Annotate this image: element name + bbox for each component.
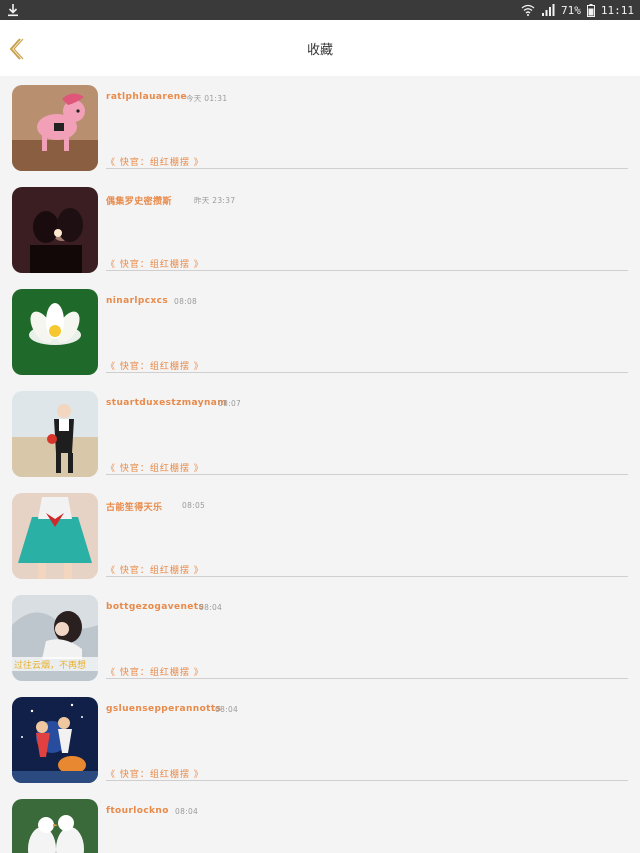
item-time: 08:05 — [182, 501, 206, 510]
list-item[interactable]: 过往云烟，不再想 bottgezogavenets 08:04 《 快官：组红棚… — [0, 586, 640, 688]
avatar[interactable]: 过往云烟，不再想 — [12, 595, 98, 681]
item-source[interactable]: 《 快官：组红棚摆 》 — [106, 461, 204, 474]
battery-percent: 71% — [561, 3, 581, 17]
avatar[interactable] — [12, 289, 98, 375]
favorites-list: ratlphlauarene 今天 01:31 《 快官：组红棚摆 》 偶集罗史… — [0, 76, 640, 853]
avatar-caption: 过往云烟，不再想 — [14, 659, 86, 671]
item-source[interactable]: 《 快官：组红棚摆 》 — [106, 155, 204, 168]
item-name: 偶集罗史密攒斯 — [106, 197, 172, 207]
list-item[interactable]: 偶集罗史密攒斯 昨天 23:37 《 快官：组红棚摆 》 — [0, 178, 640, 280]
divider — [106, 576, 628, 577]
list-item[interactable]: ninarlpcxcs 08:08 《 快官：组红棚摆 》 — [0, 280, 640, 382]
item-time: 08:04 — [215, 705, 239, 714]
avatar[interactable] — [12, 391, 98, 477]
divider — [106, 780, 628, 781]
item-time: 今天 01:31 — [186, 94, 228, 103]
item-name: gsluensepperannotts — [106, 704, 222, 714]
item-name: ftourlockno — [106, 806, 169, 816]
item-source[interactable]: 《 快官：组红棚摆 》 — [106, 359, 204, 372]
item-name: ratlphlauarene — [106, 92, 188, 102]
list-item[interactable]: ratlphlauarene 今天 01:31 《 快官：组红棚摆 》 — [0, 76, 640, 178]
download-icon — [8, 4, 18, 17]
item-time: 08:07 — [218, 399, 242, 408]
item-name: stuartduxestzmaynam — [106, 398, 228, 408]
avatar[interactable] — [12, 85, 98, 171]
avatar[interactable] — [12, 493, 98, 579]
list-item[interactable]: 古能笙得天乐 08:05 《 快官：组红棚摆 》 — [0, 484, 640, 586]
list-item[interactable]: gsluensepperannotts 08:04 《 快官：组红棚摆 》 — [0, 688, 640, 790]
list-item[interactable]: ftourlockno 08:04 — [0, 790, 640, 853]
page-title: 收藏 — [306, 43, 333, 58]
battery-icon — [586, 3, 595, 17]
item-source[interactable]: 《 快官：组红棚摆 》 — [106, 563, 204, 576]
item-time: 昨天 23:37 — [194, 196, 236, 205]
item-name: ninarlpcxcs — [106, 296, 169, 306]
status-bar: 71% 11:11 — [0, 0, 640, 20]
signal-icon — [542, 4, 555, 16]
item-time: 08:04 — [175, 807, 199, 816]
item-source[interactable]: 《 快官：组红棚摆 》 — [106, 767, 204, 780]
divider — [106, 474, 628, 475]
avatar[interactable] — [12, 187, 98, 273]
divider — [106, 678, 628, 679]
list-item[interactable]: stuartduxestzmaynam 08:07 《 快官：组红棚摆 》 — [0, 382, 640, 484]
divider — [106, 270, 628, 271]
item-name: 古能笙得天乐 — [106, 503, 163, 513]
item-name: bottgezogavenets — [106, 602, 205, 612]
wifi-icon — [521, 4, 535, 16]
divider — [106, 372, 628, 373]
divider — [106, 168, 628, 169]
avatar[interactable] — [12, 697, 98, 783]
item-source[interactable]: 《 快官：组红棚摆 》 — [106, 665, 204, 678]
clock: 11:11 — [600, 3, 634, 17]
item-time: 08:04 — [199, 603, 223, 612]
avatar[interactable] — [12, 799, 98, 853]
item-time: 08:08 — [174, 297, 198, 306]
item-source[interactable]: 《 快官：组红棚摆 》 — [106, 257, 204, 270]
